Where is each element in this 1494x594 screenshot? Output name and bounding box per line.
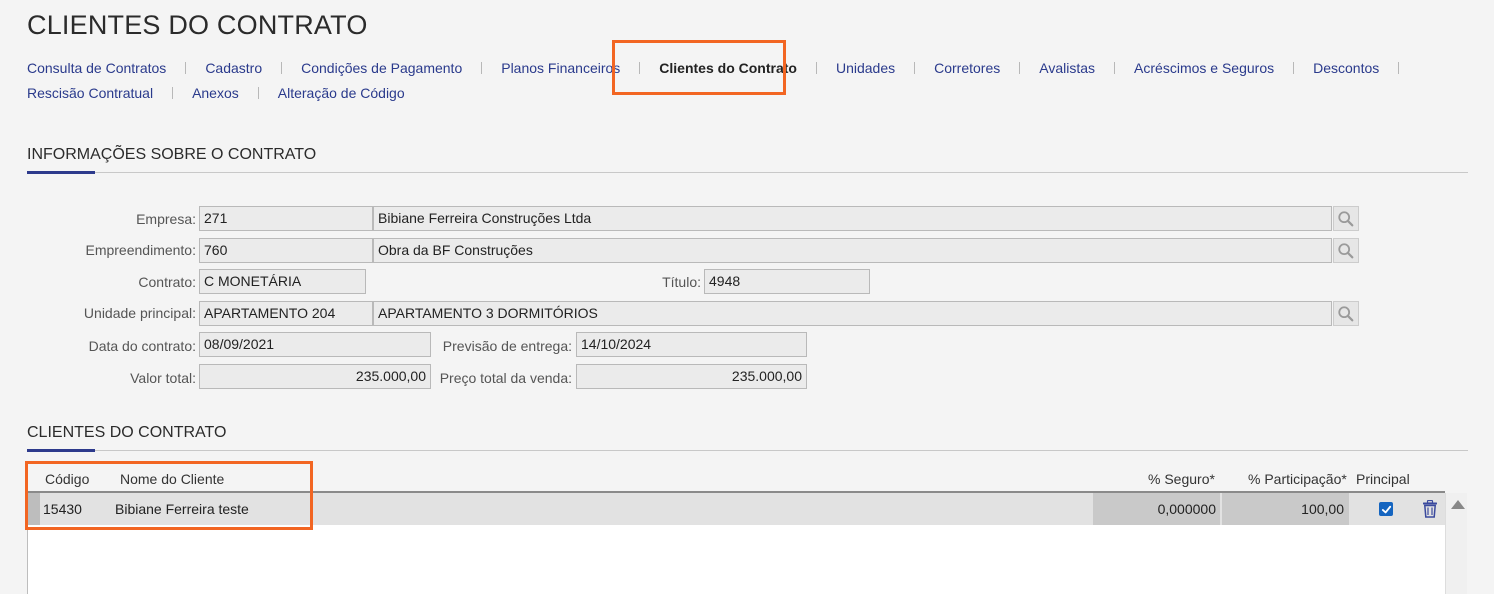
search-icon: [1338, 210, 1354, 226]
tab-corretores[interactable]: Corretores: [934, 60, 1000, 76]
unidade-name-field[interactable]: APARTAMENTO 3 DORMITÓRIOS: [373, 301, 1332, 326]
preco-total-field[interactable]: 235.000,00: [576, 364, 807, 389]
titulo-label: Título:: [662, 274, 701, 290]
column-header-participacao[interactable]: % Participação*: [1248, 471, 1347, 487]
clients-grid-body: [27, 525, 1445, 594]
arrow-up-icon[interactable]: [1451, 500, 1465, 509]
principal-checkbox[interactable]: [1379, 502, 1393, 516]
cell-seguro[interactable]: 0,000000: [1158, 501, 1216, 517]
clientes-section-accent: [27, 449, 95, 452]
tab-acrescimos-e-seguros[interactable]: Acréscimos e Seguros: [1134, 60, 1274, 76]
cell-participacao[interactable]: 100,00: [1301, 501, 1344, 517]
nav-row-2: Rescisão Contratual Anexos Alteração de …: [27, 83, 1467, 103]
tab-descontos[interactable]: Descontos: [1313, 60, 1379, 76]
row-handle[interactable]: [27, 493, 40, 525]
cell-codigo: 15430: [43, 501, 82, 517]
nav-separator: [185, 62, 187, 74]
nav-separator: [481, 62, 483, 74]
grid-scrollbar[interactable]: [1445, 493, 1467, 594]
trash-icon[interactable]: [1422, 500, 1438, 518]
nav-separator: [172, 87, 174, 99]
empreendimento-label: Empreendimento:: [85, 242, 196, 258]
nav-separator: [914, 62, 916, 74]
valor-total-label: Valor total:: [130, 370, 196, 386]
empresa-label: Empresa:: [136, 211, 196, 227]
clientes-section-divider: [27, 450, 1468, 451]
page-title: CLIENTES DO CONTRATO: [27, 10, 368, 40]
empreendimento-search-button[interactable]: [1333, 238, 1359, 263]
tab-avalistas[interactable]: Avalistas: [1039, 60, 1095, 76]
nav-separator: [1293, 62, 1295, 74]
info-section-accent: [27, 171, 95, 174]
column-header-principal[interactable]: Principal: [1356, 471, 1410, 487]
cell-nome: Bibiane Ferreira teste: [115, 501, 249, 517]
nav-separator: [281, 62, 283, 74]
contrato-field[interactable]: C MONETÁRIA: [199, 269, 366, 294]
tab-rescisao-contratual[interactable]: Rescisão Contratual: [27, 85, 153, 101]
unidade-search-button[interactable]: [1333, 301, 1359, 326]
nav-separator: [1398, 62, 1400, 74]
previsao-entrega-field[interactable]: 14/10/2024: [576, 332, 807, 357]
titulo-field[interactable]: 4948: [704, 269, 870, 294]
clients-grid-header: Código Nome do Cliente % Seguro* % Parti…: [27, 466, 1445, 491]
empresa-name-field[interactable]: Bibiane Ferreira Construções Ltda: [373, 206, 1332, 231]
table-row[interactable]: 15430 Bibiane Ferreira teste 0,000000 10…: [27, 493, 1445, 525]
data-contrato-label: Data do contrato:: [88, 338, 196, 354]
clientes-section-title: CLIENTES DO CONTRATO: [27, 424, 227, 441]
nav-separator: [257, 87, 259, 99]
unidade-code-field[interactable]: APARTAMENTO 204: [199, 301, 373, 326]
search-icon: [1338, 242, 1354, 258]
tab-unidades[interactable]: Unidades: [836, 60, 895, 76]
column-header-codigo[interactable]: Código: [45, 471, 89, 487]
nav-separator: [639, 62, 641, 74]
tab-cadastro[interactable]: Cadastro: [205, 60, 262, 76]
unidade-principal-label: Unidade principal:: [83, 305, 196, 321]
valor-total-field[interactable]: 235.000,00: [199, 364, 431, 389]
preco-total-label: Preço total da venda:: [439, 370, 572, 386]
column-header-nome[interactable]: Nome do Cliente: [120, 471, 224, 487]
tab-consulta-de-contratos[interactable]: Consulta de Contratos: [27, 60, 166, 76]
column-header-seguro[interactable]: % Seguro*: [1148, 471, 1215, 487]
tab-condicoes-de-pagamento[interactable]: Condições de Pagamento: [301, 60, 462, 76]
nav-separator: [815, 62, 817, 74]
empreendimento-name-field[interactable]: Obra da BF Construções: [373, 238, 1332, 263]
empresa-search-button[interactable]: [1333, 206, 1359, 231]
tab-clientes-do-contrato[interactable]: Clientes do Contrato: [659, 60, 797, 76]
nav-separator: [1114, 62, 1116, 74]
tab-planos-financeiros[interactable]: Planos Financeiros: [501, 60, 620, 76]
info-section-divider: [27, 172, 1468, 173]
empresa-code-field[interactable]: 271: [199, 206, 373, 231]
nav-row-1: Consulta de Contratos Cadastro Condições…: [27, 58, 1467, 78]
contrato-label: Contrato:: [138, 274, 196, 290]
tab-alteracao-de-codigo[interactable]: Alteração de Código: [278, 85, 405, 101]
previsao-entrega-label: Previsão de entrega:: [442, 338, 572, 354]
nav-separator: [1019, 62, 1021, 74]
search-icon: [1338, 305, 1354, 321]
tab-anexos[interactable]: Anexos: [192, 85, 239, 101]
empreendimento-code-field[interactable]: 760: [199, 238, 373, 263]
info-section-title: INFORMAÇÕES SOBRE O CONTRATO: [27, 146, 317, 163]
check-icon: [1381, 505, 1391, 513]
contract-tabs-nav: Consulta de Contratos Cadastro Condições…: [27, 58, 1467, 103]
data-contrato-field[interactable]: 08/09/2021: [199, 332, 431, 357]
